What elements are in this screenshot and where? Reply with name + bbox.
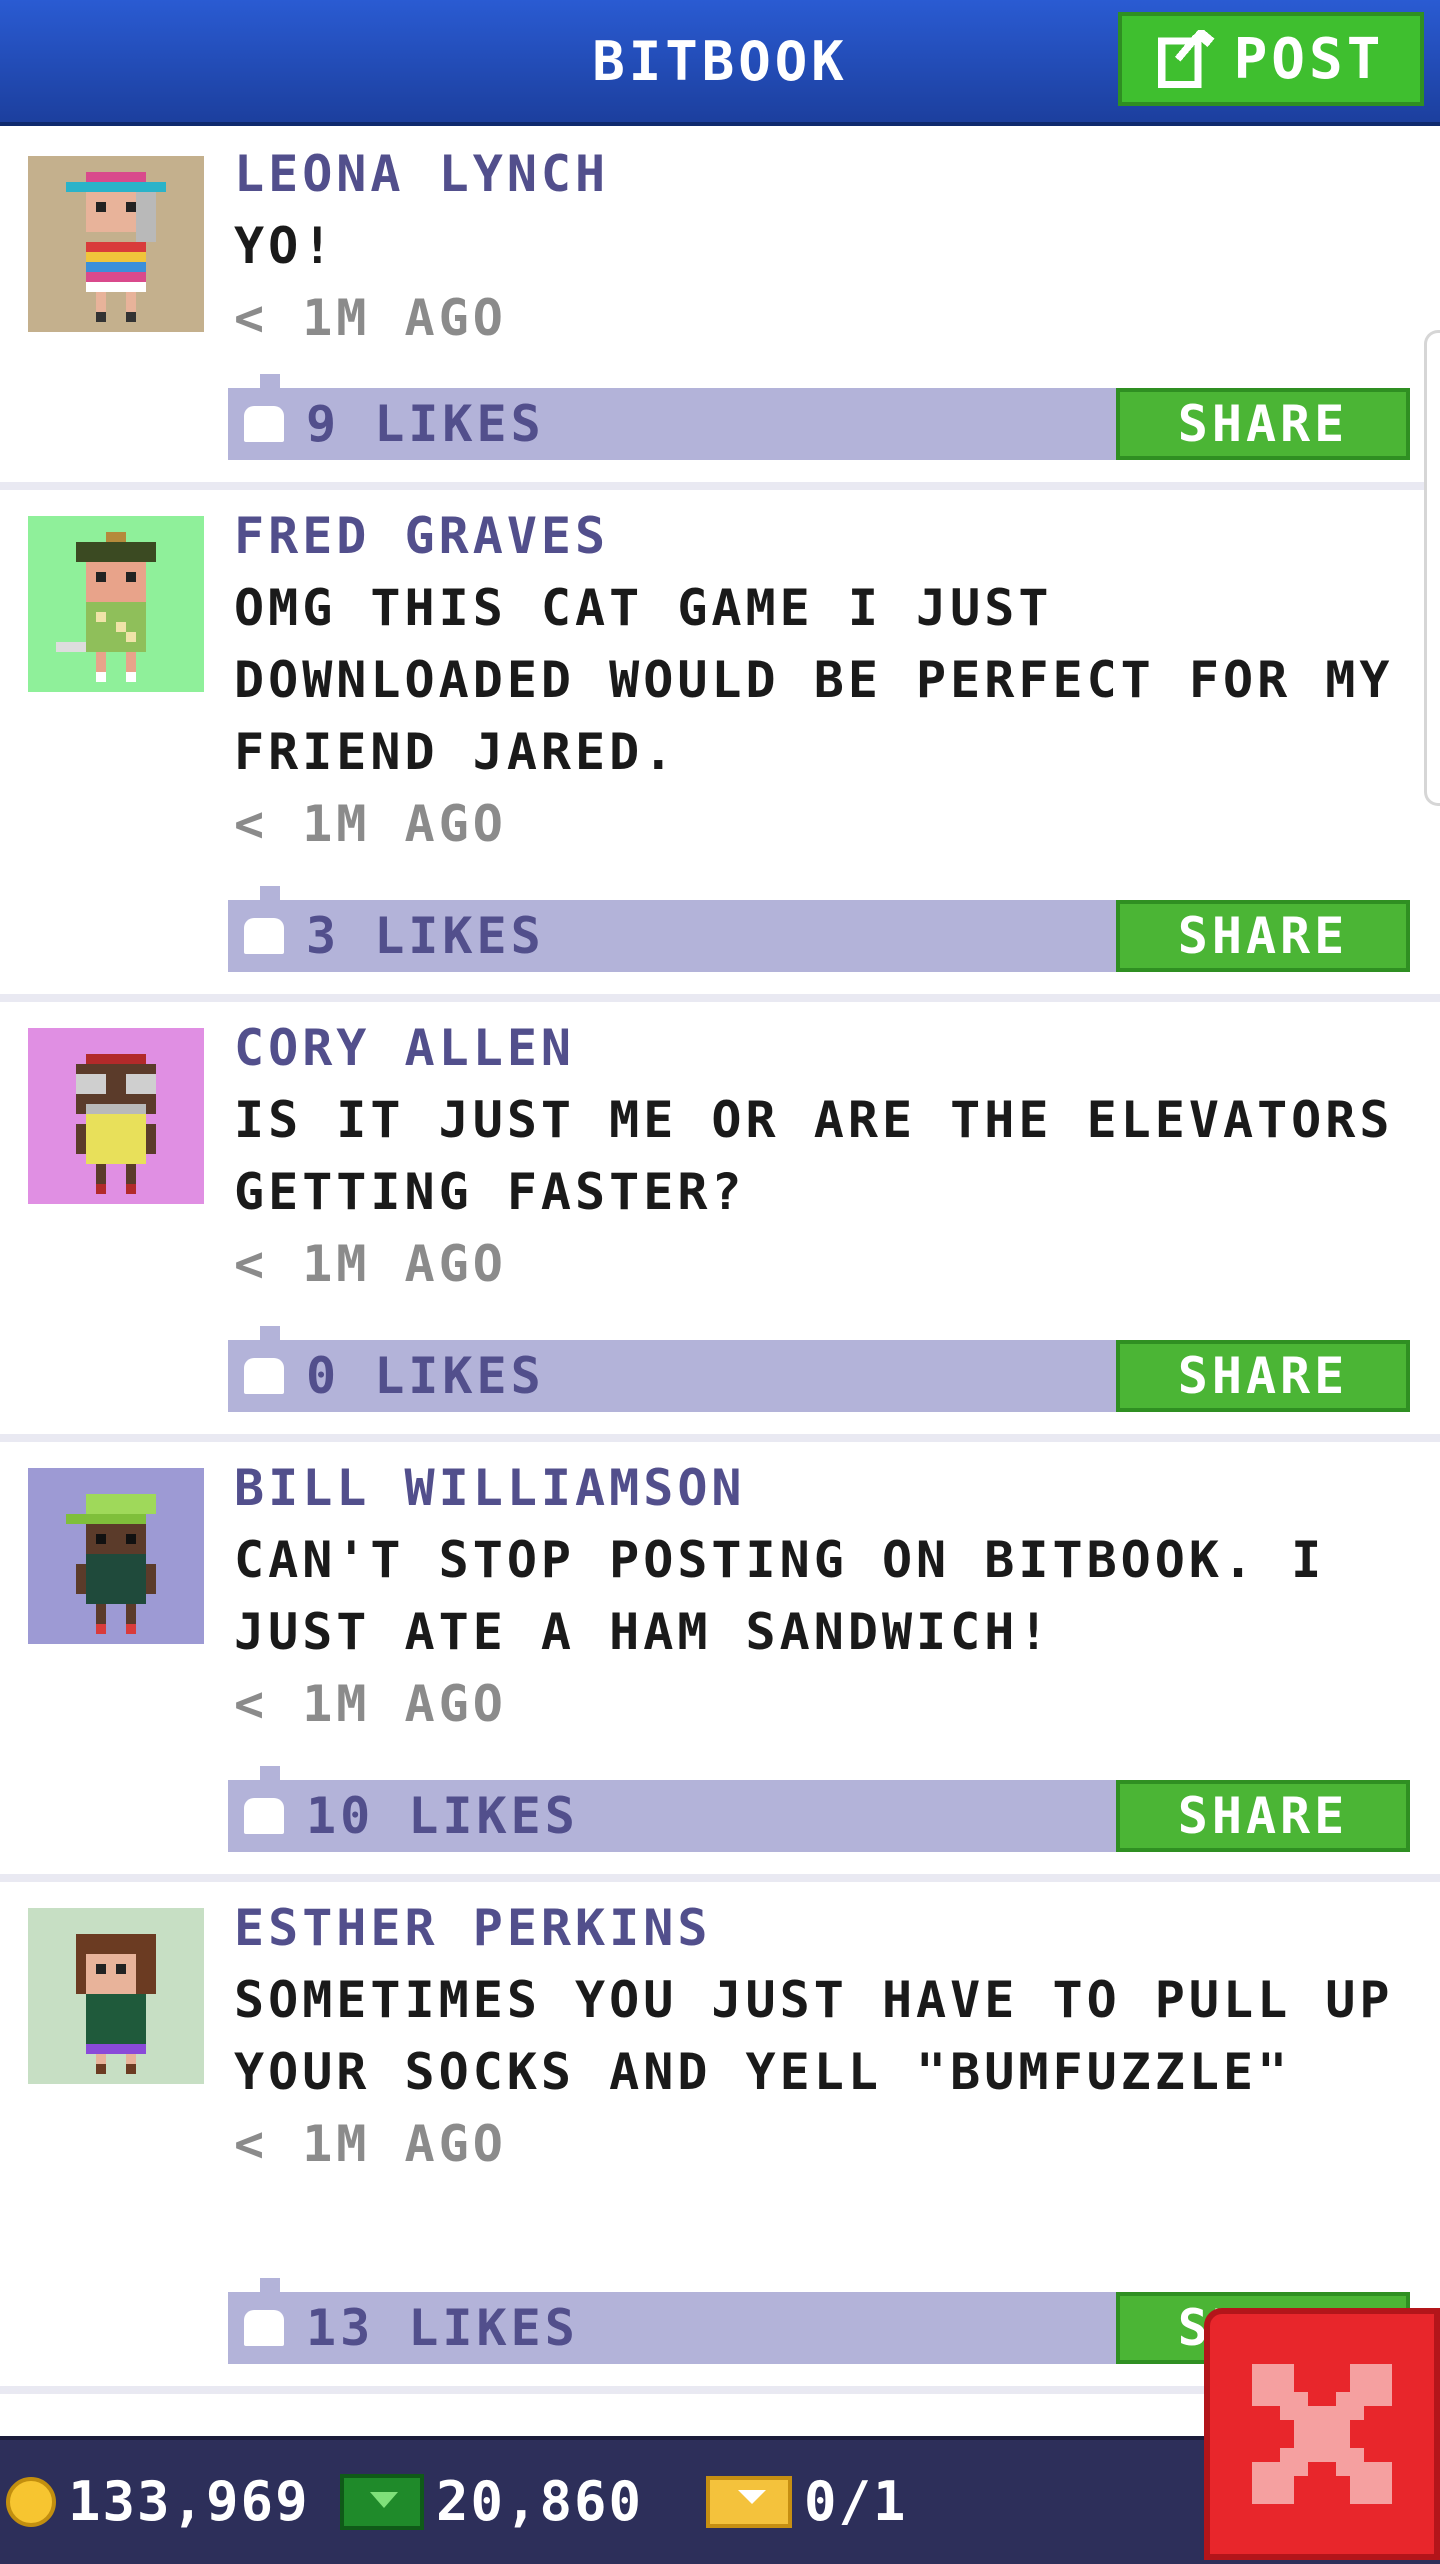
compose-icon xyxy=(1157,30,1215,88)
tickets-counter: 0/1 xyxy=(706,2470,908,2533)
post-time: < 1M AGO xyxy=(234,1235,507,1293)
like-icon[interactable] xyxy=(244,2310,284,2346)
close-button[interactable] xyxy=(1204,2308,1440,2560)
share-button[interactable]: SHARE xyxy=(1116,1340,1410,1412)
post-time: < 1M AGO xyxy=(234,795,507,853)
avatar[interactable] xyxy=(28,1468,204,1644)
post-message: OMG THIS CAT GAME I JUST DOWNLOADED WOUL… xyxy=(234,579,1394,781)
post-message: CAN'T STOP POSTING ON BITBOOK. I JUST AT… xyxy=(234,1531,1326,1661)
bux-icon xyxy=(340,2473,424,2530)
likes-bar: 0 LIKES SHARE xyxy=(228,1326,1410,1412)
post-message: YO! xyxy=(234,217,337,275)
post-time: < 1M AGO xyxy=(234,2115,507,2173)
avatar[interactable] xyxy=(28,1028,204,1204)
like-icon[interactable] xyxy=(244,1358,284,1394)
coins-counter: 133,969 xyxy=(6,2470,310,2533)
avatar[interactable] xyxy=(28,1908,204,2084)
ticket-icon xyxy=(706,2475,792,2528)
post-content: CORY ALLEN IS IT JUST ME OR ARE THE ELEV… xyxy=(234,1012,1412,1300)
post-message: IS IT JUST ME OR ARE THE ELEVATORS GETTI… xyxy=(234,1091,1394,1221)
post-author[interactable]: CORY ALLEN xyxy=(234,1012,1412,1084)
bux-value: 20,860 xyxy=(436,2470,644,2533)
post-time: < 1M AGO xyxy=(234,1675,507,1733)
tickets-value: 0/1 xyxy=(804,2470,908,2533)
post-content: LEONA LYNCH YO! < 1M AGO xyxy=(234,138,1412,354)
post-author[interactable]: LEONA LYNCH xyxy=(234,138,1412,210)
post-button-label: POST xyxy=(1233,26,1385,92)
post-message: SOMETIMES YOU JUST HAVE TO PULL UP YOUR … xyxy=(234,1971,1394,2101)
like-tab xyxy=(260,1766,280,1780)
avatar[interactable] xyxy=(28,516,204,692)
post-content: FRED GRAVES OMG THIS CAT GAME I JUST DOW… xyxy=(234,500,1412,860)
post-content: BILL WILLIAMSON CAN'T STOP POSTING ON BI… xyxy=(234,1452,1412,1740)
feed-post: LEONA LYNCH YO! < 1M AGO 9 LIKES SHARE xyxy=(0,126,1440,490)
post-time: < 1M AGO xyxy=(234,289,507,347)
app-header: BITBOOK POST xyxy=(0,0,1440,126)
post-content: ESTHER PERKINS SOMETIMES YOU JUST HAVE T… xyxy=(234,1892,1412,2180)
like-icon[interactable] xyxy=(244,1798,284,1834)
like-count: 0 LIKES xyxy=(306,1347,545,1405)
like-count: 3 LIKES xyxy=(306,907,545,965)
like-count: 9 LIKES xyxy=(306,395,545,453)
coins-value: 133,969 xyxy=(68,2470,310,2533)
like-tab xyxy=(260,2278,280,2292)
character-sprite-icon xyxy=(66,172,166,322)
post-author[interactable]: ESTHER PERKINS xyxy=(234,1892,1412,1964)
feed: LEONA LYNCH YO! < 1M AGO 9 LIKES SHARE F… xyxy=(0,126,1440,2394)
character-sprite-icon xyxy=(66,1494,156,1634)
like-icon[interactable] xyxy=(244,918,284,954)
share-button[interactable]: SHARE xyxy=(1116,388,1410,460)
avatar[interactable] xyxy=(28,156,204,332)
post-author[interactable]: BILL WILLIAMSON xyxy=(234,1452,1412,1524)
character-sprite-icon xyxy=(76,1054,156,1194)
post-button[interactable]: POST xyxy=(1118,12,1424,106)
feed-post: BILL WILLIAMSON CAN'T STOP POSTING ON BI… xyxy=(0,1442,1440,1882)
like-count: 10 LIKES xyxy=(306,1787,579,1845)
character-sprite-icon xyxy=(76,1934,156,2074)
share-button[interactable]: SHARE xyxy=(1116,900,1410,972)
post-author[interactable]: FRED GRAVES xyxy=(234,500,1412,572)
bux-counter: 20,860 xyxy=(340,2470,643,2533)
like-icon[interactable] xyxy=(244,406,284,442)
feed-post: CORY ALLEN IS IT JUST ME OR ARE THE ELEV… xyxy=(0,1002,1440,1442)
likes-bar: 10 LIKES SHARE xyxy=(228,1766,1410,1852)
coin-icon xyxy=(6,2476,56,2527)
like-tab xyxy=(260,886,280,900)
like-tab xyxy=(260,374,280,388)
likes-bar: 3 LIKES SHARE xyxy=(228,886,1410,972)
close-icon xyxy=(1252,2364,1392,2504)
scroll-indicator[interactable] xyxy=(1424,330,1440,806)
like-count: 13 LIKES xyxy=(306,2299,579,2357)
feed-post: FRED GRAVES OMG THIS CAT GAME I JUST DOW… xyxy=(0,490,1440,1002)
share-button[interactable]: SHARE xyxy=(1116,1780,1410,1852)
like-tab xyxy=(260,1326,280,1340)
likes-bar: 9 LIKES SHARE xyxy=(228,374,1410,460)
character-sprite-icon xyxy=(56,532,156,682)
